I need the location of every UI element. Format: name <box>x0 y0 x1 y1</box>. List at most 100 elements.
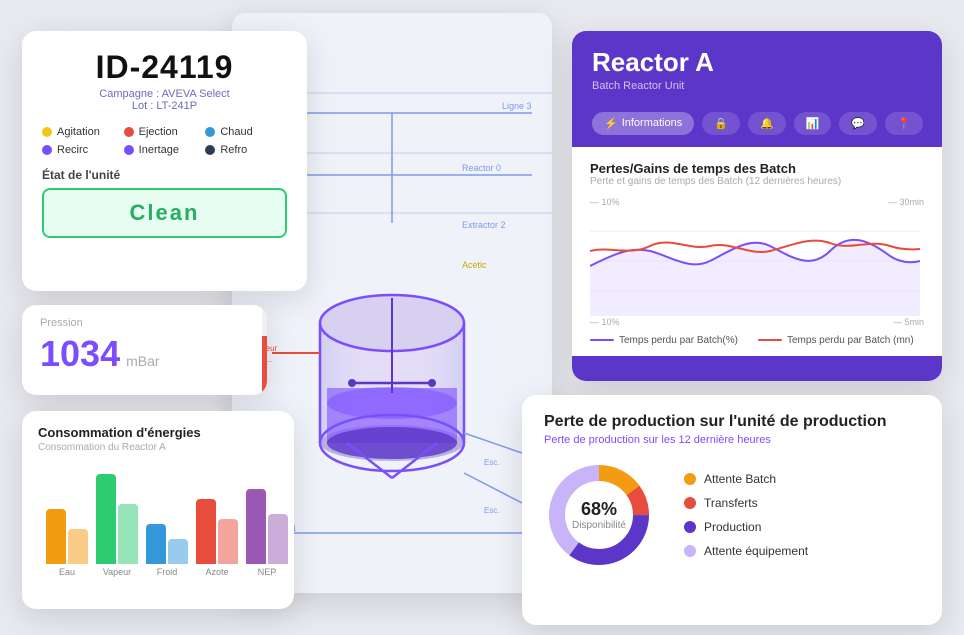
tag-label-recirc: Recirc <box>57 144 88 156</box>
campaign-label: Campagne : AVEVA Select <box>42 88 287 100</box>
tab-chat[interactable]: 💬 <box>839 112 877 135</box>
bar-group-azote: Azote <box>196 464 238 577</box>
card-conso: Consommation d'énergies Consommation du … <box>22 411 294 609</box>
bar-label-nep: NEP <box>258 567 277 577</box>
tags-grid: Agitation Ejection Chaud Recirc Inertage… <box>42 126 287 156</box>
lock-icon: 🔒 <box>714 117 728 130</box>
legend-attente-equip: Attente équipement <box>684 544 808 558</box>
bar-vapeur-1 <box>96 474 116 564</box>
perte-body: 68% Disponibilité Attente Batch Transfer… <box>544 460 920 570</box>
perte-legend: Attente Batch Transferts Production Atte… <box>684 472 808 558</box>
bell-icon: 🔔 <box>760 117 774 130</box>
svg-text:Reactor 0: Reactor 0 <box>462 163 501 173</box>
tag-label-inertage: Inertage <box>139 144 179 156</box>
reactor-title: Reactor A <box>592 47 922 78</box>
line-chart-svg <box>590 201 920 316</box>
tag-chaud: Chaud <box>205 126 287 138</box>
tab-informations-label: Informations <box>622 117 683 129</box>
location-icon: 📍 <box>897 117 911 130</box>
bar-azote-1 <box>196 499 216 564</box>
chart-icon: 📊 <box>806 117 820 130</box>
donut-wrap: 68% Disponibilité <box>544 460 654 570</box>
tag-label-refro: Refro <box>220 144 247 156</box>
bar-azote-2 <box>218 519 238 564</box>
etat-section: État de l'unité Clean <box>42 168 287 238</box>
perte-sub: Perte de production sur les 12 dernière … <box>544 434 920 446</box>
tag-ejection: Ejection <box>124 126 206 138</box>
chart-legend: Temps perdu par Batch(%) Temps perdu par… <box>590 335 924 346</box>
bar-vapeur-2 <box>118 504 138 564</box>
svg-text:Esc.: Esc. <box>484 458 500 467</box>
chart-title: Pertes/Gains de temps des Batch <box>590 161 924 176</box>
reactor-sub: Batch Reactor Unit <box>592 80 922 92</box>
label-production: Production <box>704 520 761 534</box>
axis-right-top: — 30min <box>888 197 924 207</box>
legend-production: Production <box>684 520 808 534</box>
scene: ID-24119 Campagne : AVEVA Select Lot : L… <box>22 13 942 623</box>
pression-bar-fill <box>262 336 267 395</box>
tag-label-agitation: Agitation <box>57 126 100 138</box>
bar-group-froid: Froid <box>146 464 188 577</box>
card-id: ID-24119 Campagne : AVEVA Select Lot : L… <box>22 31 307 291</box>
tag-label-ejection: Ejection <box>139 126 178 138</box>
axis-left-top: — 10% <box>590 197 620 207</box>
chart-sub: Perte et gains de temps des Batch (12 de… <box>590 176 924 187</box>
tag-refro: Refro <box>205 144 287 156</box>
donut-label: Disponibilité <box>572 520 626 531</box>
bar-eau-1 <box>46 509 66 564</box>
bar-label-azote: Azote <box>205 567 228 577</box>
axis-right-bot: — 5min <box>893 317 924 327</box>
bar-label-eau: Eau <box>59 567 75 577</box>
bar-nep-2 <box>268 514 288 564</box>
dot-attente-batch <box>684 473 696 485</box>
tab-bell[interactable]: 🔔 <box>748 112 786 135</box>
svg-text:Esc.: Esc. <box>484 506 500 515</box>
tab-informations[interactable]: ⚡ Informations <box>592 112 694 135</box>
bar-eau-2 <box>68 529 88 564</box>
tag-dot-agitation <box>42 127 52 137</box>
pression-number: 1034 <box>40 333 120 375</box>
card-perte: Perte de production sur l'unité de produ… <box>522 395 942 625</box>
axis-left-bot: — 10% <box>590 317 620 327</box>
tab-chart[interactable]: 📊 <box>794 112 832 135</box>
legend-attente-batch: Attente Batch <box>684 472 808 486</box>
pression-value: 1034 mBar <box>40 333 249 375</box>
legend-label-red: Temps perdu par Batch (mn) <box>787 335 914 346</box>
lot-label: Lot : LT-241P <box>42 100 287 112</box>
tab-lock[interactable]: 🔒 <box>702 112 740 135</box>
dot-transferts <box>684 497 696 509</box>
dot-production <box>684 521 696 533</box>
card-pression: Pression 1034 mBar <box>22 305 267 395</box>
bar-group-nep: NEP <box>246 464 288 577</box>
reactor-header: Reactor A Batch Reactor Unit <box>572 31 942 102</box>
batch-chart-area: Pertes/Gains de temps des Batch Perte et… <box>572 147 942 356</box>
legend-label-purple: Temps perdu par Batch(%) <box>619 335 738 346</box>
bar-froid-2 <box>168 539 188 564</box>
donut-center: 68% Disponibilité <box>572 499 626 531</box>
line-chart-wrap: — 10% — 30min — 10% — 5min <box>590 197 924 327</box>
bar-chart: Eau Vapeur Froid <box>38 467 278 577</box>
bar-group-eau: Eau <box>46 464 88 577</box>
etat-label: État de l'unité <box>42 168 287 182</box>
reactor-tabs: ⚡ Informations 🔒 🔔 📊 💬 📍 <box>572 112 942 135</box>
pression-bar-wrap <box>262 305 267 395</box>
tab-location[interactable]: 📍 <box>885 112 923 135</box>
tag-dot-refro <box>205 145 215 155</box>
bar-group-vapeur: Vapeur <box>96 464 138 577</box>
legend-transferts: Transferts <box>684 496 808 510</box>
tag-dot-chaud <box>205 127 215 137</box>
bar-label-vapeur: Vapeur <box>103 567 131 577</box>
tab-informations-icon: ⚡ <box>604 117 618 130</box>
id-title: ID-24119 <box>42 49 287 86</box>
tag-dot-inertage <box>124 145 134 155</box>
bar-froid-1 <box>146 524 166 564</box>
dot-attente-equip <box>684 545 696 557</box>
svg-text:Ligne 3: Ligne 3 <box>502 101 532 111</box>
card-reactor: Reactor A Batch Reactor Unit ⚡ Informati… <box>572 31 942 381</box>
bar-label-froid: Froid <box>157 567 178 577</box>
svg-text:Extractor 2: Extractor 2 <box>462 220 506 230</box>
chat-icon: 💬 <box>851 117 865 130</box>
svg-text:Acetic: Acetic <box>462 260 487 270</box>
tag-dot-ejection <box>124 127 134 137</box>
tag-agitation: Agitation <box>42 126 124 138</box>
